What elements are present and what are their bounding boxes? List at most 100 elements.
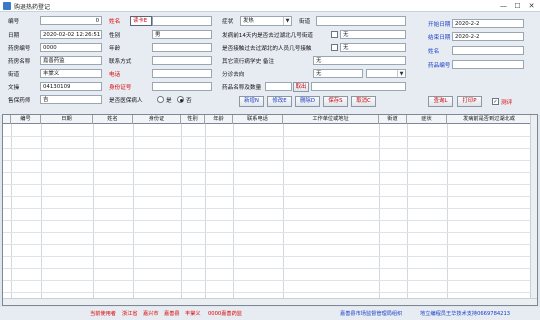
hubei-contact-field[interactable]: 无 bbox=[340, 43, 406, 52]
col-header-address[interactable]: 工作单位或地址 bbox=[283, 115, 379, 124]
table-row bbox=[3, 232, 531, 233]
triage-select[interactable]: ▼ bbox=[366, 69, 406, 78]
chevron-down-icon: ▼ bbox=[397, 70, 405, 77]
grid-line bbox=[133, 124, 134, 299]
read-card-button[interactable]: 读卡E bbox=[130, 16, 152, 26]
query-button[interactable]: 查询L bbox=[428, 96, 453, 107]
symptom-value: 发热 bbox=[243, 18, 254, 24]
insurance-yes-label: 是 bbox=[166, 98, 172, 104]
records-grid[interactable]: 编号 日期 姓名 身份证 性别 年龄 联系电话 工作单位或地址 街道 症状 发病… bbox=[2, 114, 538, 306]
start-date-field[interactable]: 2020-2-2 bbox=[452, 19, 524, 28]
col-header-date[interactable]: 日期 bbox=[41, 115, 93, 124]
pharmacy-name-label: 药房名称 bbox=[8, 59, 31, 65]
hubei-visit-label: 发病前14天内是否去过湖北几号街道 bbox=[222, 33, 314, 39]
hubei-visit-checkbox[interactable] bbox=[331, 31, 338, 38]
hubei-contact-label: 是否接触过去过湖北的人员几号接触 bbox=[222, 46, 312, 52]
col-header-gender[interactable]: 性别 bbox=[181, 115, 205, 124]
table-row bbox=[3, 184, 531, 185]
save-button[interactable]: 保存S bbox=[323, 96, 348, 107]
pharmacy-no-label: 药房编号 bbox=[8, 46, 31, 52]
pharmacy-no-field[interactable]: 0000 bbox=[40, 43, 102, 52]
filter-name-label: 姓名 bbox=[428, 49, 440, 55]
maximize-button[interactable]: ☐ bbox=[511, 1, 524, 11]
drug-qty-field[interactable] bbox=[265, 82, 292, 91]
symptom-label: 症状 bbox=[222, 19, 234, 25]
name-field[interactable] bbox=[152, 16, 212, 26]
id-number-field[interactable] bbox=[152, 82, 212, 91]
grid-line bbox=[283, 124, 284, 299]
col-header-no[interactable]: 编号 bbox=[11, 115, 41, 124]
grid-line bbox=[205, 124, 206, 299]
evaluate-checkbox[interactable]: ✓ bbox=[492, 98, 499, 105]
col-header-id[interactable]: 身份证 bbox=[133, 115, 181, 124]
table-row bbox=[3, 280, 531, 281]
col-header-name[interactable]: 姓名 bbox=[93, 115, 133, 124]
close-button[interactable]: ✕ bbox=[525, 1, 538, 11]
col-header-symptom[interactable]: 症状 bbox=[407, 115, 447, 124]
symptom-select[interactable]: 发热 ▼ bbox=[240, 16, 292, 26]
insurance-label: 是否医保病人 bbox=[109, 98, 143, 104]
date-field[interactable]: 2020-02-02 12:26:51 bbox=[40, 30, 102, 39]
modify-button[interactable]: 修改E bbox=[267, 96, 292, 107]
window-title: 购退热药登记 bbox=[14, 4, 51, 11]
other-history-label: 其它流行病学史 备注 bbox=[222, 59, 275, 65]
grid-header: 编号 日期 姓名 身份证 性别 年龄 联系电话 工作单位或地址 街道 症状 发病… bbox=[3, 115, 531, 124]
symptom-street-label: 街道 bbox=[299, 19, 311, 25]
cancel-button[interactable]: 取消C bbox=[351, 96, 376, 107]
insurance-no-radio[interactable] bbox=[177, 96, 184, 103]
symptom-street-field[interactable] bbox=[316, 16, 406, 26]
record-no-field[interactable]: 0 bbox=[40, 16, 102, 25]
vertical-scrollbar[interactable] bbox=[530, 115, 537, 299]
gender-field[interactable]: 男 bbox=[152, 30, 212, 39]
delete-button[interactable]: 删除D bbox=[295, 96, 320, 107]
status-pharmacy: 0000嘉善药监 bbox=[208, 311, 242, 317]
table-row bbox=[3, 208, 531, 209]
chevron-down-icon: ▼ bbox=[283, 17, 291, 25]
table-row bbox=[3, 196, 531, 197]
name-label: 姓名 bbox=[109, 19, 121, 25]
drug-name-field[interactable] bbox=[311, 82, 406, 91]
triage-field[interactable]: 无 bbox=[313, 69, 363, 78]
grid-line bbox=[93, 124, 94, 299]
hubei-visit-field[interactable]: 无 bbox=[340, 30, 406, 39]
gender-label: 性别 bbox=[109, 33, 121, 39]
minimize-button[interactable]: — bbox=[497, 1, 510, 11]
pharmacist-field[interactable]: 吉 bbox=[40, 95, 102, 104]
horizontal-scrollbar[interactable] bbox=[3, 298, 537, 305]
grid-line bbox=[447, 124, 448, 299]
print-button[interactable]: 打印P bbox=[457, 96, 482, 107]
street-field[interactable]: 丰棠义 bbox=[40, 69, 102, 78]
end-date-label: 结束日期 bbox=[428, 35, 451, 41]
street-label: 街道 bbox=[8, 72, 20, 78]
status-supervisor: 嘉善县市场监督管理局组织 bbox=[340, 311, 403, 317]
record-no-label: 编号 bbox=[8, 19, 20, 25]
drug-no-field[interactable] bbox=[452, 60, 524, 69]
insurance-yes-radio[interactable] bbox=[157, 96, 164, 103]
table-row bbox=[3, 148, 531, 149]
grid-line bbox=[379, 124, 380, 299]
other-history-field[interactable]: 无 bbox=[313, 56, 406, 65]
status-user-label: 当前使用者 bbox=[90, 311, 116, 317]
end-date-field[interactable]: 2020-2-2 bbox=[452, 32, 524, 41]
col-header-street[interactable]: 街道 bbox=[379, 115, 407, 124]
evaluate-label: 测评 bbox=[501, 100, 513, 106]
col-header-hubei[interactable]: 发病前是否到过湖北或 bbox=[447, 115, 531, 124]
contact-field[interactable] bbox=[152, 56, 212, 65]
status-province: 浙江省 bbox=[122, 311, 138, 317]
contact-label: 联系方式 bbox=[109, 59, 132, 65]
filter-name-field[interactable] bbox=[452, 46, 524, 55]
app-icon bbox=[3, 2, 11, 10]
status-county: 嘉善县 bbox=[164, 311, 180, 317]
fetch-button[interactable]: 取出 bbox=[293, 82, 309, 92]
operator-field[interactable]: 04130109 bbox=[40, 82, 102, 91]
phone-field[interactable] bbox=[152, 69, 212, 78]
age-label: 年龄 bbox=[109, 46, 121, 52]
new-button[interactable]: 新增N bbox=[239, 96, 264, 107]
hubei-contact-checkbox[interactable] bbox=[331, 44, 338, 51]
col-header-age[interactable]: 年龄 bbox=[205, 115, 233, 124]
age-field[interactable] bbox=[152, 43, 212, 52]
insurance-no-label: 否 bbox=[186, 98, 192, 104]
col-header-phone[interactable]: 联系电话 bbox=[233, 115, 283, 124]
pharmacy-name-field[interactable]: 嘉善药监 bbox=[40, 56, 102, 65]
start-date-label: 开始日期 bbox=[428, 22, 451, 28]
